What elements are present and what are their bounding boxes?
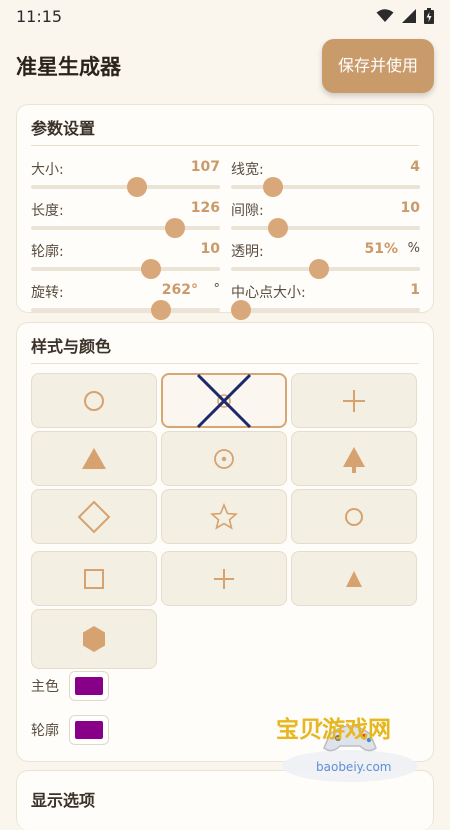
app-bar: 准星生成器 保存并使用 <box>0 32 450 100</box>
param-2: 长度: 126 <box>31 195 220 238</box>
param-label: 中心点大小: <box>231 285 306 301</box>
slider-thumb[interactable] <box>263 177 284 197</box>
param-label: 透明: <box>231 244 264 260</box>
params-card: 参数设置 大小: 107 线宽: 4 长度: 126 间隙: 10 轮廓: 10 透明: 51%% 旋转… <box>16 104 434 320</box>
style-option-hexagon-filled[interactable] <box>31 609 157 669</box>
dotted-circle-icon <box>214 448 234 469</box>
slider-thumb[interactable] <box>308 259 329 279</box>
watermark-text-url: baobeiy.com <box>316 760 392 774</box>
style-grid <box>31 373 421 673</box>
slider-track[interactable] <box>31 185 220 189</box>
outline-color-label: 轮廓 <box>31 723 59 739</box>
style-option-diamond[interactable] <box>31 489 157 544</box>
star-outline-icon <box>210 502 238 530</box>
param-5: 透明: 51%% <box>231 236 420 279</box>
status-bar: 11:15 <box>0 0 450 32</box>
slider-track[interactable] <box>231 308 420 312</box>
style-option-circle[interactable] <box>31 373 157 428</box>
style-option-x-cross-dot[interactable] <box>161 373 287 428</box>
save-and-use-button[interactable]: 保存并使用 <box>321 39 434 93</box>
page-title: 准星生成器 <box>16 55 121 79</box>
param-label: 旋转: <box>31 285 64 301</box>
param-label: 轮廓: <box>31 244 64 260</box>
wifi-icon <box>376 9 394 22</box>
param-0: 大小: 107 <box>31 154 220 197</box>
style-option-plus[interactable] <box>291 373 417 428</box>
param-label: 间隙: <box>231 203 264 219</box>
param-7: 中心点大小: 1 <box>231 277 420 320</box>
slider-thumb[interactable] <box>231 300 251 320</box>
styles-card: 样式与颜色 主色 轮廓 <box>16 322 434 762</box>
main-color-row: 主色 <box>31 671 109 701</box>
param-6: 旋转: 262° ° <box>31 277 221 320</box>
style-option-dotted-circle[interactable] <box>161 431 287 486</box>
main-color-label: 主色 <box>31 679 59 695</box>
slider-thumb[interactable] <box>127 177 148 197</box>
main-color-picker[interactable] <box>69 671 109 701</box>
outline-color-picker[interactable] <box>69 715 109 745</box>
param-value: 51% <box>364 241 398 257</box>
param-value: 10 <box>400 200 420 216</box>
watermark-logo: 宝贝游戏网 baobeiy.com <box>270 708 430 784</box>
style-option-triangle-small[interactable] <box>291 551 417 606</box>
style-option-circle-small[interactable] <box>291 489 417 544</box>
slider-track[interactable] <box>31 267 220 271</box>
hexagon-filled-icon <box>83 626 105 652</box>
x-cross-dot-icon <box>196 373 252 428</box>
signal-icon <box>402 9 416 23</box>
param-value: 107 <box>190 159 220 175</box>
plus-icon <box>343 389 365 412</box>
param-value: 10 <box>200 241 220 257</box>
param-label: 大小: <box>31 162 64 178</box>
params-title: 参数设置 <box>31 105 419 146</box>
slider-track[interactable] <box>231 226 420 230</box>
triangle-filled-icon <box>82 447 106 469</box>
param-value: 262° <box>161 282 198 298</box>
triangle-small-icon <box>346 570 362 587</box>
arrow-up-filled-icon <box>343 446 365 473</box>
slider-thumb[interactable] <box>150 300 171 320</box>
param-unit: ° <box>213 282 221 297</box>
style-option-star-outline[interactable] <box>161 489 287 544</box>
param-value: 4 <box>410 159 420 175</box>
battery-icon <box>424 8 434 24</box>
status-time: 11:15 <box>16 6 63 26</box>
watermark-text-cn: 宝贝游戏网 <box>276 717 391 743</box>
param-value: 126 <box>190 200 220 216</box>
slider-thumb[interactable] <box>164 218 185 238</box>
diamond-icon <box>77 500 111 533</box>
slider-thumb[interactable] <box>268 218 289 238</box>
status-icons <box>376 8 434 24</box>
styles-title: 样式与颜色 <box>31 323 419 364</box>
param-label: 长度: <box>31 203 64 219</box>
slider-thumb[interactable] <box>140 259 161 279</box>
params-grid: 大小: 107 线宽: 4 长度: 126 间隙: 10 轮廓: 10 透明: 51%% 旋转: 262°… <box>31 146 420 326</box>
outline-color-swatch <box>75 721 103 739</box>
slider-track[interactable] <box>31 308 220 312</box>
param-label: 线宽: <box>231 162 264 178</box>
param-1: 线宽: 4 <box>231 154 420 197</box>
slider-track[interactable] <box>231 185 420 189</box>
main-color-swatch <box>75 677 103 695</box>
style-option-triangle-filled[interactable] <box>31 431 157 486</box>
circle-small-icon <box>345 507 363 526</box>
param-3: 间隙: 10 <box>231 195 420 238</box>
param-4: 轮廓: 10 <box>31 236 220 279</box>
style-option-arrow-up-filled[interactable] <box>291 431 417 486</box>
param-unit: % <box>407 241 420 256</box>
square-icon <box>84 568 104 589</box>
outline-color-row: 轮廓 <box>31 715 109 745</box>
plus-small-icon <box>214 568 234 589</box>
circle-icon <box>84 390 104 411</box>
slider-track[interactable] <box>31 226 220 230</box>
style-option-plus-small[interactable] <box>161 551 287 606</box>
style-option-square[interactable] <box>31 551 157 606</box>
param-value: 1 <box>410 282 420 298</box>
